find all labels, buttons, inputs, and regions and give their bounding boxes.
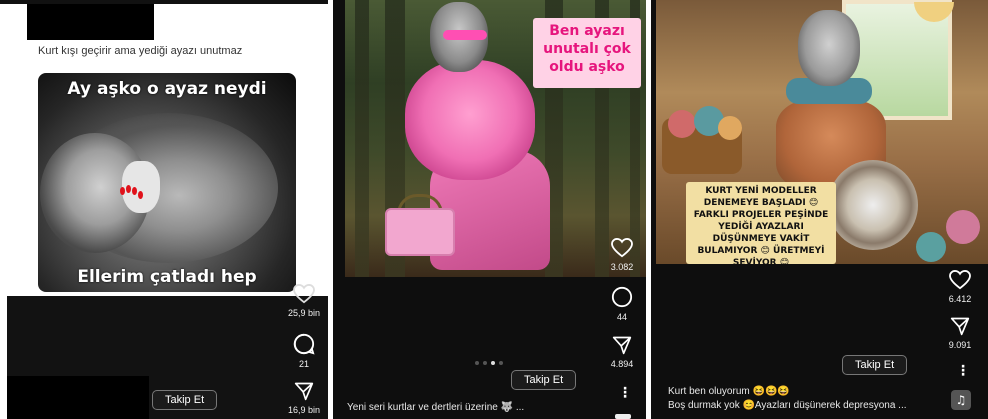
- post-caption-line-2: Boş durmak yok 😊Ayazları düşünerek depre…: [668, 400, 907, 411]
- heart-icon[interactable]: [611, 238, 633, 258]
- comment-action[interactable]: 44: [597, 286, 646, 322]
- share-count: 9.091: [948, 340, 972, 350]
- send-icon[interactable]: [612, 335, 632, 355]
- more-vertical-icon[interactable]: ⋮: [618, 386, 632, 400]
- carousel-dot-active: [491, 361, 495, 365]
- yarn-ball-image: [916, 232, 946, 262]
- red-nails-image: [120, 185, 146, 209]
- post-caption: Yeni seri kurtlar ve dertleri üzerine 🐺 …: [347, 402, 525, 413]
- heart-icon[interactable]: [949, 270, 971, 290]
- speech-text: Ben ayazı unutalı çok oldu aşko: [543, 23, 631, 75]
- bottom-indicator: [615, 414, 631, 419]
- post-image[interactable]: Ay aşko o ayaz neydi Ellerim çatladı hep: [38, 73, 296, 292]
- follow-button[interactable]: Takip Et: [152, 390, 218, 410]
- yarn-ball-image: [946, 210, 980, 244]
- like-count: 25,9 bin: [287, 308, 321, 318]
- speech-box: Ben ayazı unutalı çok oldu aşko: [533, 18, 641, 88]
- comment-action[interactable]: 21: [279, 333, 328, 369]
- share-action[interactable]: 9.091: [935, 316, 985, 350]
- carousel-indicator: [473, 350, 505, 369]
- text-box-text: KURT YENİ MODELLER DENEMEYE BAŞLADI 😊 FA…: [693, 186, 829, 264]
- comment-bubble-icon[interactable]: [293, 333, 315, 355]
- yarn-ball-image: [718, 116, 742, 140]
- meme-top-text: Ay aşko o ayaz neydi: [67, 79, 267, 99]
- like-count: 6.412: [948, 294, 972, 304]
- crochet-doily-image: [828, 160, 918, 250]
- carousel-dot: [475, 361, 479, 365]
- pink-sunglasses-image: [443, 30, 487, 40]
- comment-bubble-icon[interactable]: [611, 286, 633, 308]
- pink-fur-coat-image: [405, 60, 535, 180]
- share-action[interactable]: 4.894: [597, 335, 646, 369]
- screenshot-collage: Kurt kışı geçirir ama yediği ayazı unutm…: [0, 0, 988, 419]
- wolf-head-image: [798, 10, 860, 86]
- post-caption: Kurt kışı geçirir ama yediği ayazı unutm…: [38, 45, 243, 57]
- music-icon[interactable]: ♫: [951, 390, 971, 410]
- carousel-dot: [499, 361, 503, 365]
- comment-count: 21: [298, 359, 309, 369]
- carousel-dot: [483, 361, 487, 365]
- share-count: 4.894: [610, 359, 634, 369]
- heart-icon[interactable]: [293, 284, 315, 304]
- redacted-username: [27, 4, 154, 40]
- like-action[interactable]: 6.412: [935, 270, 985, 304]
- follow-button[interactable]: Takip Et: [511, 370, 577, 390]
- send-icon[interactable]: [950, 316, 970, 336]
- like-count: 3.082: [610, 262, 634, 272]
- comment-count: 44: [616, 312, 627, 322]
- pink-handbag-image: [385, 208, 455, 256]
- like-action[interactable]: 3.082: [597, 238, 646, 272]
- post-caption-line-1: Kurt ben oluyorum 😆😆😆: [668, 386, 790, 397]
- yarn-ball-image: [668, 110, 696, 138]
- post-image[interactable]: KURT YENİ MODELLER DENEMEYE BAŞLADI 😊 FA…: [656, 0, 988, 264]
- meme-bottom-text: Ellerim çatladı hep: [77, 267, 257, 287]
- send-icon[interactable]: [294, 381, 314, 401]
- follow-button[interactable]: Takip Et: [842, 355, 908, 375]
- post-panel-1: Kurt kışı geçirir ama yediği ayazı unutm…: [0, 0, 328, 419]
- share-action[interactable]: 16,9 bin: [279, 381, 328, 415]
- share-count: 16,9 bin: [287, 405, 321, 415]
- post-panel-2: Ben ayazı unutalı çok oldu aşko 3.082 44…: [333, 0, 646, 419]
- post-image[interactable]: Ben ayazı unutalı çok oldu aşko: [345, 0, 646, 277]
- redacted-profile: [7, 376, 149, 419]
- text-box: KURT YENİ MODELLER DENEMEYE BAŞLADI 😊 FA…: [686, 182, 836, 264]
- post-panel-3: KURT YENİ MODELLER DENEMEYE BAŞLADI 😊 FA…: [651, 0, 988, 419]
- like-action[interactable]: 25,9 bin: [279, 284, 328, 318]
- more-vertical-icon[interactable]: ⋮: [956, 364, 970, 378]
